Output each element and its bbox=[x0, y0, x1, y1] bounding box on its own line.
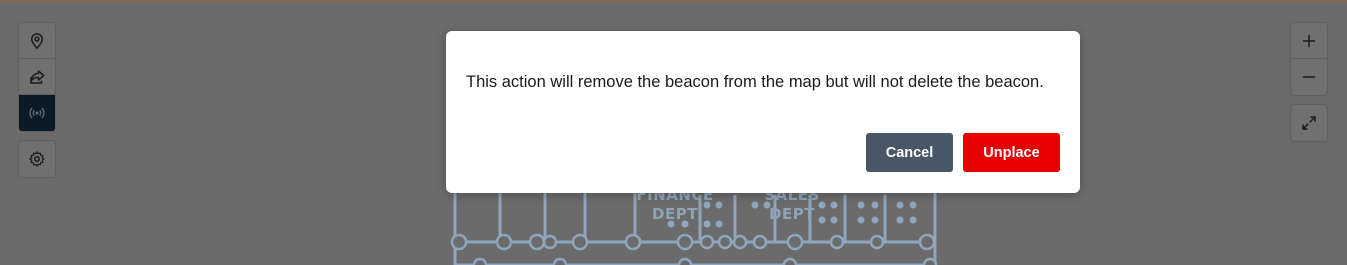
map-tools-group bbox=[18, 22, 56, 132]
top-border bbox=[0, 0, 1347, 3]
cancel-button[interactable]: Cancel bbox=[866, 133, 953, 172]
map-viewport[interactable]: FINANCE DEPT SALES DEPT This action will… bbox=[0, 0, 1347, 265]
place-location-button[interactable] bbox=[19, 23, 55, 59]
zoom-out-button[interactable] bbox=[1291, 59, 1327, 95]
share-button[interactable] bbox=[19, 59, 55, 95]
location-pin-icon bbox=[30, 32, 44, 49]
zoom-controls bbox=[1290, 22, 1328, 96]
gear-icon bbox=[29, 151, 45, 167]
dialog-message: This action will remove the beacon from … bbox=[466, 73, 1044, 91]
beacon-tool-button[interactable] bbox=[19, 95, 55, 131]
fullscreen-control bbox=[1290, 104, 1328, 142]
floor-label-line: DEPT bbox=[769, 205, 815, 223]
plus-icon bbox=[1303, 34, 1315, 47]
settings-group bbox=[18, 140, 56, 178]
settings-button[interactable] bbox=[19, 141, 55, 177]
unplace-button[interactable]: Unplace bbox=[963, 133, 1060, 172]
fullscreen-button[interactable] bbox=[1291, 105, 1327, 141]
unplace-confirmation-dialog: This action will remove the beacon from … bbox=[446, 31, 1080, 193]
zoom-in-button[interactable] bbox=[1291, 23, 1327, 59]
floor-label-line: DEPT bbox=[652, 205, 698, 223]
share-arrow-icon bbox=[30, 69, 45, 84]
beacon-signal-icon bbox=[29, 107, 45, 119]
minus-icon bbox=[1303, 76, 1315, 78]
expand-icon bbox=[1302, 116, 1316, 130]
